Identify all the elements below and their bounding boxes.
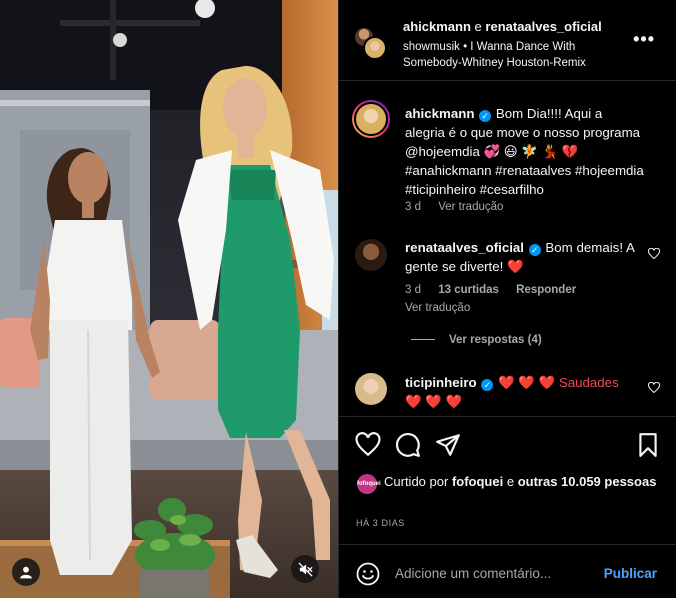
- like-heart-icon[interactable]: [355, 432, 381, 458]
- verified-badge-icon: ✓: [479, 110, 492, 122]
- likes-joiner: e: [506, 474, 515, 489]
- verified-badge-icon: ✓: [481, 379, 494, 391]
- audio-link[interactable]: showmusik • I Wanna Dance With Somebody-…: [403, 39, 633, 71]
- comment-time[interactable]: 3 d: [405, 284, 421, 296]
- authors-joiner: e: [474, 19, 482, 34]
- author-username[interactable]: ahickmann: [403, 19, 471, 34]
- comment: ticipinheiro ✓ ❤️ ❤️ ❤️ Saudades ❤️ ❤️ ❤…: [405, 373, 637, 411]
- comment-username[interactable]: ticipinheiro: [405, 375, 477, 390]
- collab-username[interactable]: renataalves_oficial: [485, 19, 601, 34]
- comment-username[interactable]: renataalves_oficial: [405, 240, 524, 255]
- collab-avatars[interactable]: [353, 26, 389, 62]
- view-replies-button[interactable]: Ver respostas (4): [411, 334, 542, 346]
- reply-button[interactable]: Responder: [516, 284, 576, 296]
- avatar[interactable]: [355, 373, 387, 405]
- avatar[interactable]: [363, 36, 387, 60]
- post-comment-button[interactable]: Publicar: [604, 566, 657, 581]
- audio-muted-icon: [298, 562, 312, 576]
- avatar[interactable]: [355, 239, 387, 271]
- caption-meta: 3 d Ver tradução: [405, 201, 517, 213]
- likes-text: Curtido por fofoquei e outras 10.059 pes…: [384, 473, 664, 491]
- post-date[interactable]: HÁ 3 DIAS: [356, 518, 405, 528]
- divider: [411, 339, 435, 340]
- caption-time[interactable]: 3 d: [405, 201, 421, 213]
- person-icon: [20, 566, 32, 579]
- caption-username[interactable]: ahickmann: [405, 106, 474, 121]
- add-comment-bar: Adicione um comentário... Publicar: [339, 544, 676, 598]
- comment-bubble-icon[interactable]: [395, 432, 421, 458]
- post-actions: fofoquei Curtido por fofoquei e outras 1…: [339, 416, 676, 528]
- caption-avatar[interactable]: [352, 100, 390, 138]
- mute-button[interactable]: [291, 555, 319, 583]
- liker-avatar[interactable]: fofoquei: [357, 474, 381, 494]
- save-bookmark-icon[interactable]: [635, 432, 661, 458]
- likes-prefix: Curtido por: [384, 474, 449, 489]
- emoji-smile-icon[interactable]: [356, 562, 380, 586]
- tagged-users-button[interactable]: [12, 558, 40, 586]
- more-options-button[interactable]: •••: [633, 30, 655, 48]
- comment-likes[interactable]: 13 curtidas: [438, 284, 499, 296]
- post-details-panel: ahickmann e renataalves_oficial showmusi…: [338, 0, 676, 598]
- see-translation-link[interactable]: Ver tradução: [405, 302, 470, 314]
- like-comment-heart-icon[interactable]: [648, 248, 660, 260]
- comment-input[interactable]: Adicione um comentário...: [395, 566, 551, 581]
- comment: renataalves_oficial ✓ Bom demais! A gent…: [405, 238, 637, 276]
- comments-list[interactable]: ahickmann ✓ Bom Dia!!!! Aqui a alegria é…: [339, 82, 676, 416]
- caption: ahickmann ✓ Bom Dia!!!! Aqui a alegria é…: [405, 104, 645, 199]
- post-video[interactable]: [0, 0, 338, 598]
- like-comment-heart-icon[interactable]: [648, 382, 660, 394]
- comment-meta: 3 d 13 curtidas Responder: [405, 284, 590, 296]
- liker-username[interactable]: fofoquei: [452, 474, 503, 489]
- video-frame: [0, 0, 338, 598]
- share-paper-plane-icon[interactable]: [435, 432, 461, 458]
- post-authors: ahickmann e renataalves_oficial: [403, 19, 602, 34]
- view-replies-label: Ver respostas (4): [449, 334, 542, 346]
- likes-count-link[interactable]: outras 10.059 pessoas: [518, 474, 657, 489]
- see-translation-link[interactable]: Ver tradução: [438, 201, 503, 213]
- post-header: ahickmann e renataalves_oficial showmusi…: [339, 0, 676, 81]
- verified-badge-icon: ✓: [528, 244, 541, 256]
